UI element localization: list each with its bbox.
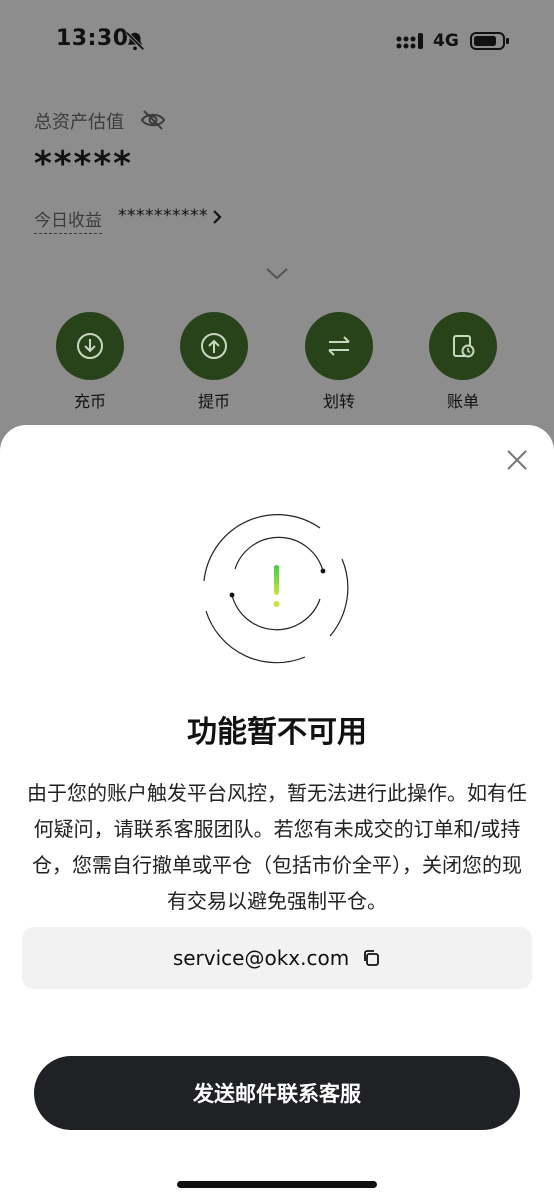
status-bar: 13:30 4G — [0, 0, 554, 84]
deposit-icon — [56, 312, 124, 380]
home-indicator — [177, 1181, 377, 1188]
warning-icon — [203, 514, 349, 664]
support-email: service@okx.com — [172, 946, 350, 970]
send-email-button[interactable]: 发送邮件联系客服 — [34, 1056, 520, 1130]
withdraw-label: 提币 — [197, 392, 230, 411]
status-time: 13:30 — [56, 26, 129, 51]
bell-slash-icon — [125, 31, 145, 51]
signal-icon — [396, 33, 423, 49]
withdraw-icon — [180, 312, 248, 380]
withdraw-button[interactable]: 提币 — [174, 312, 254, 412]
bill-label: 账单 — [446, 392, 479, 411]
unavailable-modal: 功能暂不可用 由于您的账户触发平台风控，暂无法进行此操作。如有任何疑问，请联系客… — [0, 425, 554, 1200]
transfer-icon — [305, 312, 373, 380]
eye-off-icon[interactable] — [140, 108, 166, 132]
battery-icon — [470, 32, 509, 50]
transfer-button[interactable]: 划转 — [299, 312, 379, 412]
email-box: service@okx.com — [22, 927, 532, 989]
screen: 13:30 4G 总资产估值 ***** 今日收益 ********** 充币 … — [0, 0, 554, 1200]
chevron-down-icon[interactable] — [264, 266, 290, 282]
deposit-label: 充币 — [73, 392, 106, 411]
transfer-label: 划转 — [322, 392, 355, 411]
total-assets-label: 总资产估值 — [34, 112, 124, 133]
chevron-right-icon[interactable] — [210, 208, 224, 226]
today-pnl-label[interactable]: 今日收益 — [34, 206, 102, 234]
total-assets-value: ***** — [34, 144, 133, 184]
quick-actions: 充币 提币 划转 账单 — [0, 312, 554, 412]
bill-button[interactable]: 账单 — [423, 312, 503, 412]
copy-icon[interactable] — [361, 948, 381, 968]
network-label: 4G — [433, 31, 459, 51]
deposit-button[interactable]: 充币 — [50, 312, 130, 412]
close-icon[interactable] — [504, 447, 530, 473]
today-pnl-value: ********** — [118, 206, 208, 226]
modal-message: 由于您的账户触发平台风控，暂无法进行此操作。如有任何疑问，请联系客服团队。若您有… — [27, 781, 527, 913]
bill-icon — [429, 312, 497, 380]
modal-title: 功能暂不可用 — [187, 715, 367, 750]
